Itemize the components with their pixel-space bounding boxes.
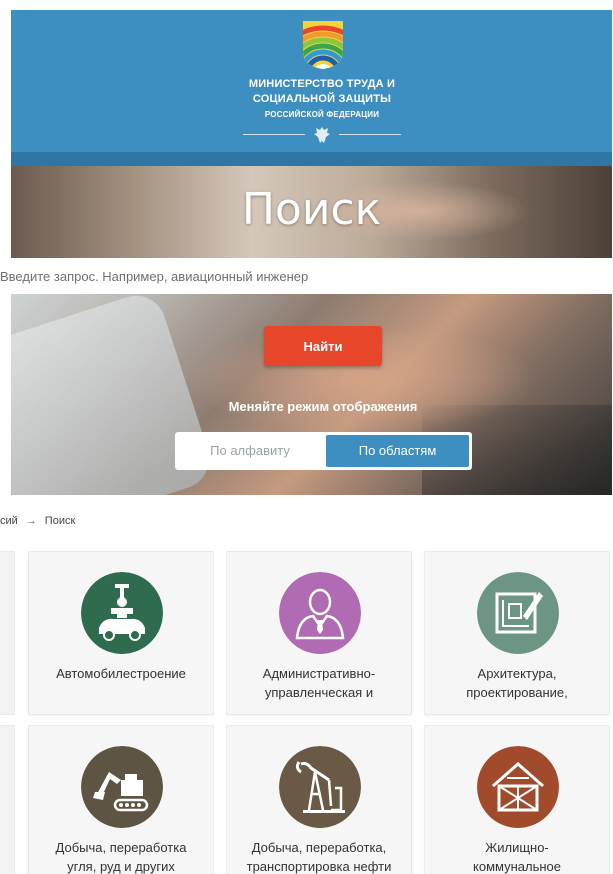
category-label-line2: транспортировка нефти (246, 859, 392, 874)
category-label-line1: Добыча, переработка, (251, 840, 387, 855)
header-divider (11, 152, 612, 166)
excavator-icon (81, 746, 163, 828)
ministry-name-line2: СОЦИАЛЬНОЙ ЗАЩИТЫ (252, 93, 392, 105)
emblem-divider-left (243, 134, 305, 135)
category-label-line1: Добыча, переработка (55, 840, 187, 855)
mode-alphabet-option[interactable]: По алфавиту (175, 432, 325, 470)
ministry-logo-icon[interactable] (300, 18, 346, 70)
category-card[interactable]: Архитектура, проектирование, (424, 551, 610, 715)
breadcrumb-prev-link[interactable]: сий (0, 515, 18, 527)
breadcrumb: сий → Поиск (0, 515, 75, 531)
ministry-name-line1: МИНИСТЕРСТВО ТРУДА И (248, 78, 396, 90)
category-label: Автомобилестроение (56, 666, 186, 681)
category-card[interactable]: Добыча, переработка, транспортировка неф… (226, 725, 412, 874)
breadcrumb-separator: → (25, 515, 37, 527)
category-label-line1: Жилищно- (485, 840, 549, 855)
category-card[interactable]: Административно- управленческая и (226, 551, 412, 715)
emblem-divider-right (339, 134, 401, 135)
category-label-line1: Архитектура, (477, 666, 557, 681)
category-card[interactable]: Автомобилестроение (28, 551, 214, 715)
search-input[interactable] (0, 258, 613, 294)
display-mode-label: Меняйте режим отображения (228, 399, 418, 414)
car-assembly-icon (81, 572, 163, 654)
category-label-line2: проектирование, (466, 685, 568, 700)
card-partial-left[interactable] (0, 551, 15, 715)
category-card[interactable]: Добыча, переработка угля, руд и других (28, 725, 214, 874)
eagle-emblem-icon (314, 127, 330, 143)
display-mode-toggle: По алфавиту По областям (175, 432, 472, 470)
blueprint-drawing-icon (477, 572, 559, 654)
breadcrumb-current: Поиск (44, 515, 76, 527)
category-label-line1: Административно- (262, 666, 376, 681)
oil-pump-icon (279, 746, 361, 828)
category-card[interactable]: Жилищно- коммунальное (424, 725, 610, 874)
category-label-line2: угля, руд и других (67, 859, 175, 874)
manager-person-icon (279, 572, 361, 654)
page-title: Поиск (241, 184, 382, 235)
house-frame-icon (477, 746, 559, 828)
category-label-line2: коммунальное (473, 859, 561, 874)
find-button[interactable]: Найти (264, 326, 382, 366)
category-label-line2: управленческая и (264, 685, 374, 700)
emblem-row (243, 124, 401, 146)
card-partial-left[interactable] (0, 725, 15, 874)
ministry-name-line3: РОССИЙСКОЙ ФЕДЕРАЦИИ (264, 110, 380, 119)
mode-regions-option[interactable]: По областям (326, 435, 469, 467)
